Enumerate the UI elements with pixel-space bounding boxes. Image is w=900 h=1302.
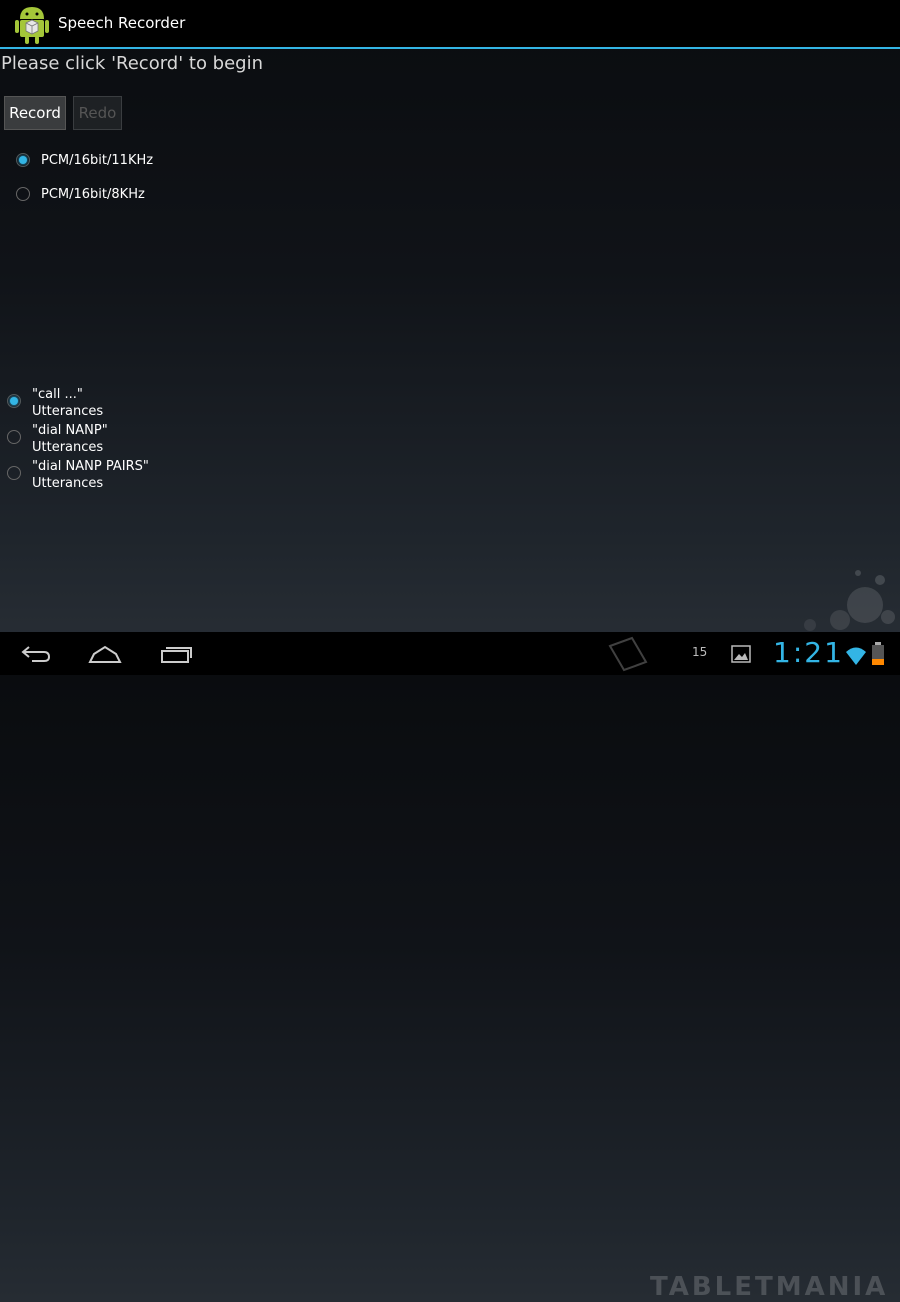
system-navigation-bar: TABLETMANIA 15 1:21 — [0, 632, 900, 1302]
format-option-11khz[interactable]: PCM/16bit/11KHz — [16, 152, 153, 169]
utterance-subtitle: Utterances — [32, 476, 104, 491]
utterance-label: "call ..." Utterances — [32, 386, 103, 420]
utterance-option-dial-nanp-pairs[interactable]: "dial NANP PAIRS" Utterances — [7, 458, 149, 492]
watermark: TABLETMANIA — [650, 1272, 889, 1302]
radio-button-checked[interactable] — [16, 153, 30, 167]
utterance-label: "dial NANP PAIRS" Utterances — [32, 458, 149, 492]
app-title: Speech Recorder — [58, 14, 186, 32]
format-label: PCM/16bit/8KHz — [41, 187, 145, 202]
radio-button[interactable] — [7, 430, 21, 444]
notification-count[interactable]: 15 — [692, 645, 707, 659]
back-icon[interactable] — [20, 642, 52, 664]
utterance-label: "dial NANP" Utterances — [32, 422, 108, 456]
radio-button[interactable] — [16, 187, 30, 201]
instruction-text: Please click 'Record' to begin — [1, 53, 264, 74]
battery-icon — [872, 642, 884, 665]
utterance-subtitle: Utterances — [32, 404, 104, 419]
action-bar: Speech Recorder — [0, 0, 900, 49]
format-label: PCM/16bit/11KHz — [41, 153, 154, 168]
format-option-8khz[interactable]: PCM/16bit/8KHz — [16, 186, 145, 203]
record-button[interactable]: Record — [4, 96, 66, 130]
utterance-title: "call ..." — [32, 387, 83, 402]
wifi-icon — [846, 647, 866, 665]
utterance-title: "dial NANP PAIRS" — [32, 459, 149, 474]
radio-button[interactable] — [7, 466, 21, 480]
utterance-option-call[interactable]: "call ..." Utterances — [7, 386, 103, 420]
redo-button[interactable]: Redo — [73, 96, 122, 130]
tablet-icon — [608, 636, 648, 672]
utterance-subtitle: Utterances — [32, 440, 104, 455]
android-app-icon[interactable] — [12, 3, 52, 45]
recent-apps-icon[interactable] — [160, 642, 194, 664]
home-icon[interactable] — [88, 642, 122, 664]
radio-button-checked[interactable] — [7, 394, 21, 408]
utterance-title: "dial NANP" — [32, 423, 108, 438]
utterance-option-dial-nanp[interactable]: "dial NANP" Utterances — [7, 422, 108, 456]
clock[interactable]: 1:21 — [773, 636, 844, 669]
paint-splash-decoration — [804, 570, 895, 631]
picture-icon[interactable] — [731, 645, 751, 663]
